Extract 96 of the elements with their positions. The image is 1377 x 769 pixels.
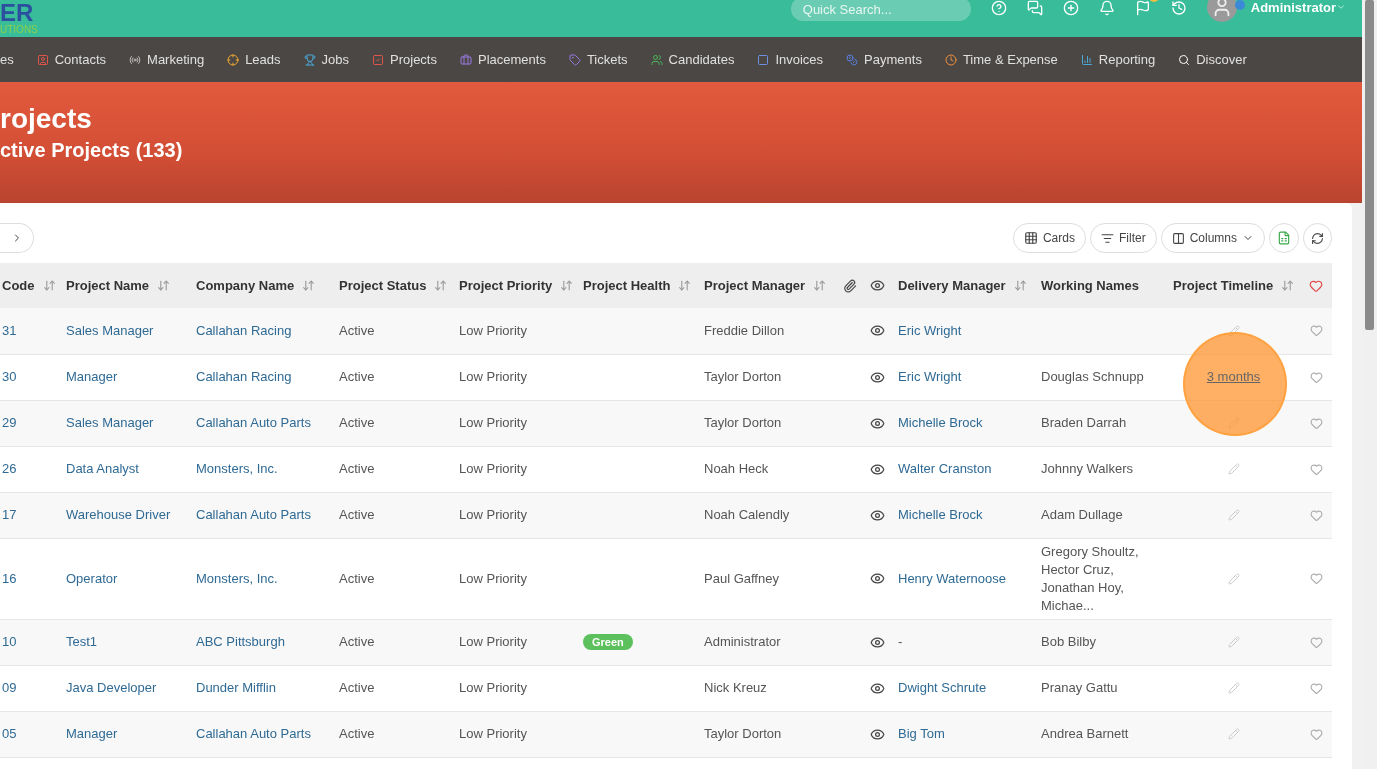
status-text: Active [339,507,375,522]
priority-text: Low Priority [459,369,527,384]
health-badge: Green [583,634,633,650]
status-text: Active [339,726,375,741]
project-code-link[interactable]: 26 [2,461,17,476]
nav-item[interactable]: Projects [372,52,437,67]
project-code-link[interactable]: 30 [2,369,17,384]
priority-text: Low Priority [459,726,527,741]
nav-item[interactable]: es [0,52,14,67]
project-code-link[interactable]: 29 [2,415,17,430]
company-name-link[interactable]: Callahan Auto Parts [196,415,311,430]
project-code-link[interactable]: 10 [2,634,17,649]
delivery-manager-text: - [898,634,903,649]
company-name-link[interactable]: Monsters, Inc. [196,570,278,586]
working-names-text: Braden Darrah [1041,415,1127,430]
working-names-text: Gregory Shoultz, Hector Cruz, Jonathan Hoy, Michae... [1041,543,1139,613]
timeline-link[interactable]: 3 months [1206,368,1261,386]
working-names-text: Bob Bilby [1041,634,1096,649]
manager-text: Noah Heck [704,461,769,476]
company-name-link[interactable]: Callahan Auto Parts [196,507,311,522]
manager-text: Nick Kreuz [704,680,767,695]
project-name-link[interactable]: Manager [66,726,118,741]
manager-text: Taylor Dorton [704,726,782,741]
project-code-link[interactable]: 05 [2,726,17,741]
company-name-link[interactable]: Callahan Racing [196,369,292,384]
status-text: Active [339,322,375,338]
logo-tagline: UTIONS [0,25,38,35]
status-text: Active [339,680,375,695]
page-subtitle: ctive Projects (133) [0,138,184,163]
manager-text: Administrator [704,634,781,649]
project-name-link[interactable]: Operator [66,570,118,586]
nav-item[interactable]: Jobs [303,52,349,67]
delivery-manager-link[interactable]: Dwight Schrute [898,680,987,695]
status-text: Active [339,570,375,586]
manager-text: Taylor Dorton [704,369,782,384]
project-name-link[interactable]: Java Developer [66,680,157,695]
delivery-manager-link[interactable]: Walter Cranston [898,461,992,476]
column-header[interactable]: Code [2,278,35,293]
nav-item[interactable]: Marketing [129,52,205,67]
company-name-link[interactable]: Callahan Auto Parts [196,726,311,741]
delivery-manager-link[interactable]: Eric Wright [898,322,962,338]
priority-text: Low Priority [459,634,527,649]
status-text: Active [339,415,375,430]
nav-item[interactable]: Tickets [568,52,628,67]
priority-text: Low Priority [459,461,527,476]
nav-item[interactable]: Reporting [1080,52,1156,67]
manager-text: Paul Gaffney [704,570,779,586]
project-code-link[interactable]: 31 [2,322,17,338]
working-names-text: Johnny Walkers [1041,461,1133,476]
filter-button[interactable]: Filter [1089,223,1157,253]
company-name-link[interactable]: Dunder Mifflin [196,680,276,695]
project-name-link[interactable]: Manager [66,369,118,384]
working-names-text: Pranay Gattu [1041,680,1118,695]
status-text: Active [339,634,375,649]
delivery-manager-link[interactable]: Michelle Brock [898,507,983,522]
page-title: rojects [0,102,93,136]
nav-item[interactable]: Discover [1178,52,1247,67]
status-text: Active [339,461,375,476]
manager-text: Taylor Dorton [704,415,782,430]
project-name-link[interactable]: Test1 [66,634,98,649]
nav-item[interactable]: Leads [227,52,281,67]
company-name-link[interactable]: ABC Pittsburgh [196,634,285,649]
project-code-link[interactable]: 17 [2,507,17,522]
nav-item[interactable]: Invoices [757,52,824,67]
delivery-manager-link[interactable]: Eric Wright [898,369,962,384]
company-name-link[interactable]: Callahan Racing [196,322,292,338]
priority-text: Low Priority [459,322,527,338]
nav-item[interactable]: Payments [846,52,922,67]
priority-text: Low Priority [459,415,527,430]
project-code-link[interactable]: 09 [2,680,17,695]
delivery-manager-link[interactable]: Michelle Brock [898,415,983,430]
manager-text: Noah Calendly [704,507,790,522]
nav-item[interactable]: Placements [460,52,546,67]
priority-text: Low Priority [459,507,527,522]
project-name-link[interactable]: Sales Manager [66,415,154,430]
project-name-link[interactable]: Data Analyst [66,461,139,476]
cards-button[interactable]: Cards [1012,223,1086,253]
manager-text: Freddie Dillon [704,322,785,338]
columns-button[interactable]: Columns [1160,223,1265,253]
status-text: Active [339,369,375,384]
nav-item[interactable]: Candidates [650,52,735,67]
working-names-text: Douglas Schnupp [1041,369,1144,384]
nav-item[interactable]: Time & Expense [944,52,1058,67]
delivery-manager-link[interactable]: Henry Waternoose [898,570,1006,586]
priority-text: Low Priority [459,680,527,695]
project-name-link[interactable]: Warehouse Driver [66,507,171,522]
nav-item[interactable]: Contacts [36,52,107,67]
company-name-link[interactable]: Monsters, Inc. [196,461,278,476]
project-code-link[interactable]: 16 [2,570,17,586]
column-header: Working Names [1041,278,1139,293]
working-names-text: Adam Dullage [1041,507,1123,522]
delivery-manager-link[interactable]: Big Tom [898,726,945,741]
logo-text[interactable]: ER [0,1,38,25]
project-name-link[interactable]: Sales Manager [66,322,154,338]
working-names-text: Andrea Barnett [1041,726,1129,741]
priority-text: Low Priority [459,570,527,586]
